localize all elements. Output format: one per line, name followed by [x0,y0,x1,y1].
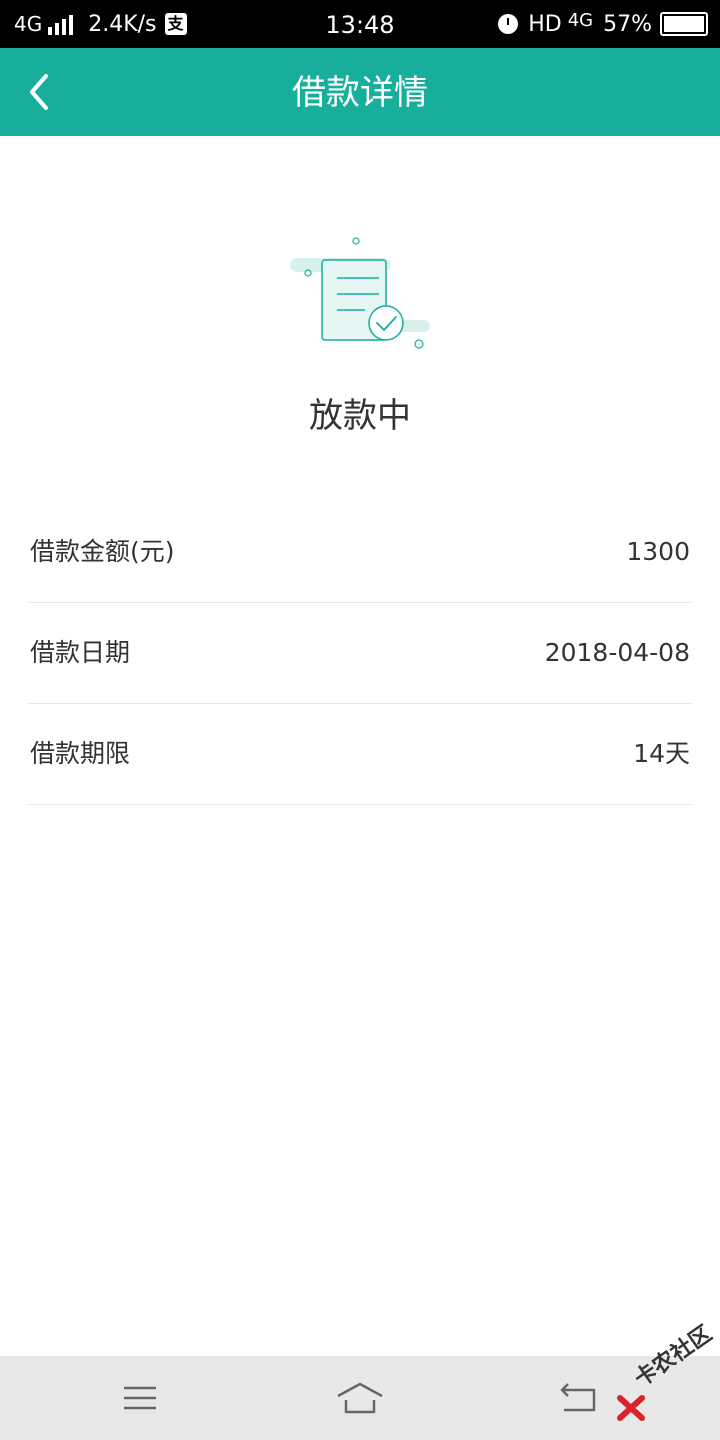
chevron-left-icon [30,74,48,110]
document-check-icon [280,228,440,358]
detail-row-amount: 借款金额(元) 1300 [28,502,692,603]
loan-status: 放款中 [309,396,411,436]
back-arrow-icon [560,1383,596,1412]
app-bar: 借款详情 [0,48,720,136]
page-title: 借款详情 [292,73,428,113]
alarm-icon [498,14,519,34]
loan-detail-screen: 4G 2.4K/s 支 13:48 HD 4G 57% 借款详情 放款中 借款金… [0,0,720,1440]
status-bar: 4G 2.4K/s 支 13:48 HD 4G 57% [0,0,720,48]
detail-value: 14天 [633,739,690,768]
detail-row-term: 借款期限 14天 [28,704,692,805]
watermark-text: 卡农社区 [630,1321,717,1393]
detail-row-date: 借款日期 2018-04-08 [28,603,692,704]
home-button[interactable] [330,1370,390,1426]
back-button[interactable] [16,62,76,122]
menu-icon [124,1386,156,1410]
battery-percent: 57% [603,11,652,37]
home-icon [337,1382,383,1414]
detail-label: 借款金额(元) [30,537,175,566]
detail-label: 借款期限 [30,739,131,768]
watermark-icon [617,1395,645,1421]
battery-icon [660,12,708,36]
back-nav-button[interactable] [550,1370,610,1426]
loan-detail-list: 借款金额(元) 1300 借款日期 2018-04-08 借款期限 14天 [28,502,692,805]
hd-indicator: HD [528,11,562,37]
watermark-logo: 卡农社区 [612,1321,717,1428]
detail-value: 2018-04-08 [544,638,690,667]
status-bar-right: HD 4G 57% [498,0,708,48]
network-type-right: 4G [567,9,594,31]
detail-label: 借款日期 [30,638,131,667]
detail-value: 1300 [626,537,690,566]
menu-button[interactable] [110,1370,170,1426]
